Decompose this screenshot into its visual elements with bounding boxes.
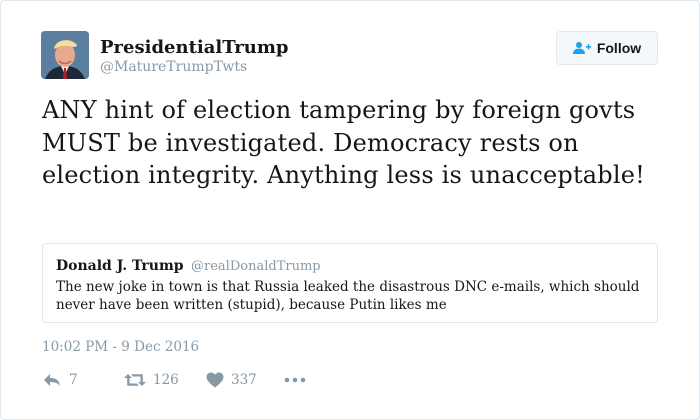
more-button[interactable] [284, 377, 306, 383]
add-user-icon [572, 42, 591, 54]
retweet-count: 126 [153, 372, 179, 388]
like-button[interactable]: 337 [206, 372, 284, 388]
reply-count: 7 [69, 372, 78, 388]
quoted-author-handle: @realDonaldTrump [191, 259, 321, 274]
tweet-text: ANY hint of election tampering by foreig… [42, 96, 645, 189]
reply-button[interactable]: 7 [42, 372, 124, 388]
tweet-card: PresidentialTrump @MatureTrumpTwts Follo… [0, 0, 700, 420]
tweet-actions: 7 126 337 [42, 369, 306, 391]
avatar-image [41, 31, 89, 79]
author-name[interactable]: PresidentialTrump [100, 37, 289, 59]
quoted-tweet[interactable]: Donald J. Trump @realDonaldTrump The new… [42, 243, 658, 323]
author-avatar[interactable] [41, 31, 89, 79]
tweet-timestamp[interactable]: 10:02 PM - 9 Dec 2016 [42, 338, 199, 356]
author-handle[interactable]: @MatureTrumpTwts [100, 58, 247, 76]
quoted-tweet-header: Donald J. Trump @realDonaldTrump [56, 256, 644, 277]
retweet-button[interactable]: 126 [124, 372, 206, 388]
heart-icon [206, 372, 224, 388]
like-count: 337 [231, 372, 257, 388]
quoted-author-name: Donald J. Trump [56, 258, 184, 274]
follow-label: Follow [596, 40, 642, 56]
follow-button[interactable]: Follow [556, 31, 658, 65]
retweet-icon [124, 374, 146, 386]
quoted-tweet-text: The new joke in town is that Russia leak… [56, 279, 640, 313]
more-icon [284, 377, 306, 383]
reply-icon [44, 374, 60, 386]
